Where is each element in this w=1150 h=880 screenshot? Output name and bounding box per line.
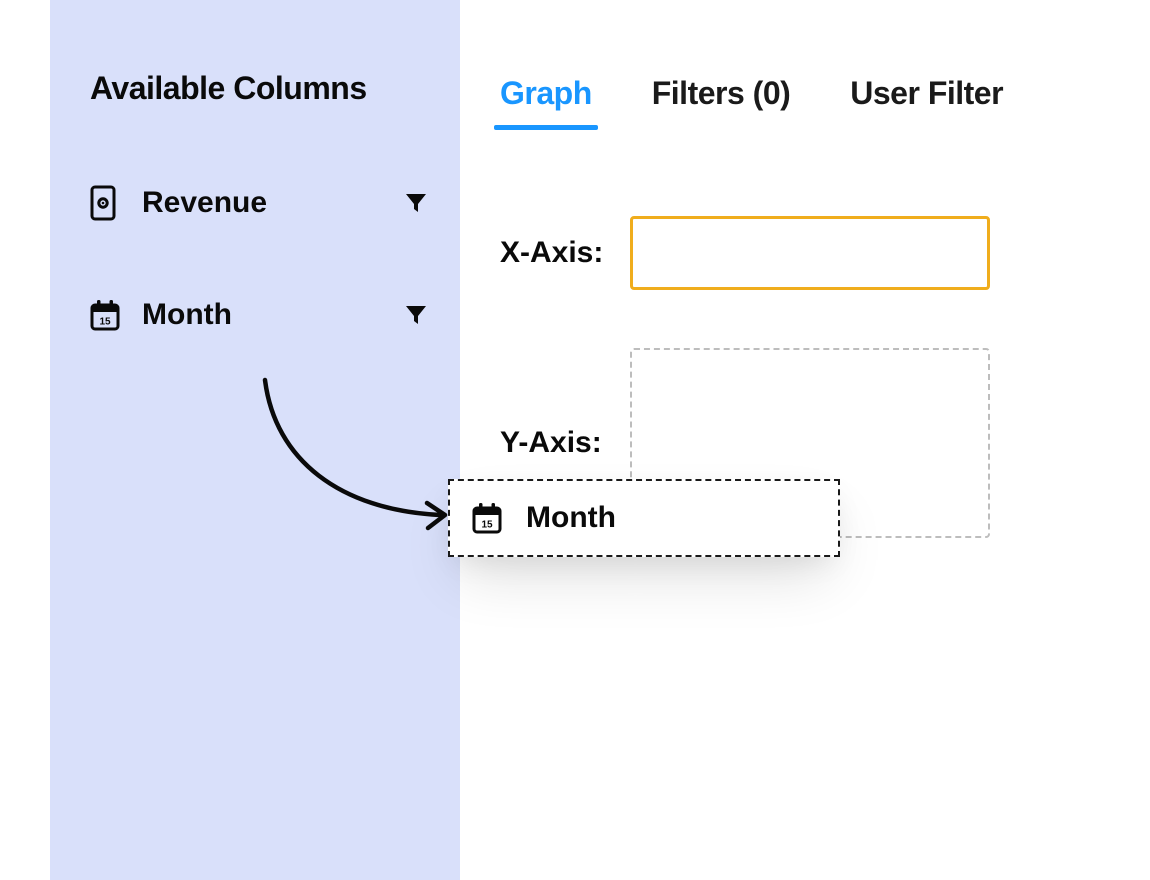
- money-icon: [90, 185, 124, 221]
- column-label: Month: [142, 298, 402, 332]
- svg-text:15: 15: [99, 317, 111, 328]
- calendar-icon: 15: [472, 502, 506, 534]
- x-axis-label: X-Axis:: [500, 236, 630, 270]
- tab-filters[interactable]: Filters (0): [652, 75, 791, 128]
- app-stage: Available Columns Revenue: [50, 0, 1120, 880]
- config-tabs: Graph Filters (0) User Filter: [500, 75, 1090, 128]
- column-item-month[interactable]: 15 Month: [90, 289, 430, 341]
- tab-graph[interactable]: Graph: [500, 75, 592, 128]
- x-axis-dropzone[interactable]: [630, 216, 990, 290]
- calendar-icon: 15: [90, 299, 124, 331]
- filter-icon[interactable]: [402, 301, 430, 329]
- drag-ghost-month[interactable]: 15 Month: [448, 479, 840, 557]
- config-panel: Graph Filters (0) User Filter X-Axis: Y-…: [460, 0, 1120, 880]
- x-axis-row: X-Axis:: [500, 216, 1090, 290]
- column-label: Revenue: [142, 186, 402, 220]
- drag-ghost-label: Month: [526, 501, 816, 535]
- filter-icon[interactable]: [402, 189, 430, 217]
- column-item-revenue[interactable]: Revenue: [90, 177, 430, 229]
- available-columns-panel: Available Columns Revenue: [50, 0, 460, 880]
- y-axis-label: Y-Axis:: [500, 426, 630, 460]
- svg-text:15: 15: [481, 520, 493, 531]
- tab-user-filter[interactable]: User Filter: [850, 75, 1003, 128]
- available-columns-title: Available Columns: [90, 70, 430, 107]
